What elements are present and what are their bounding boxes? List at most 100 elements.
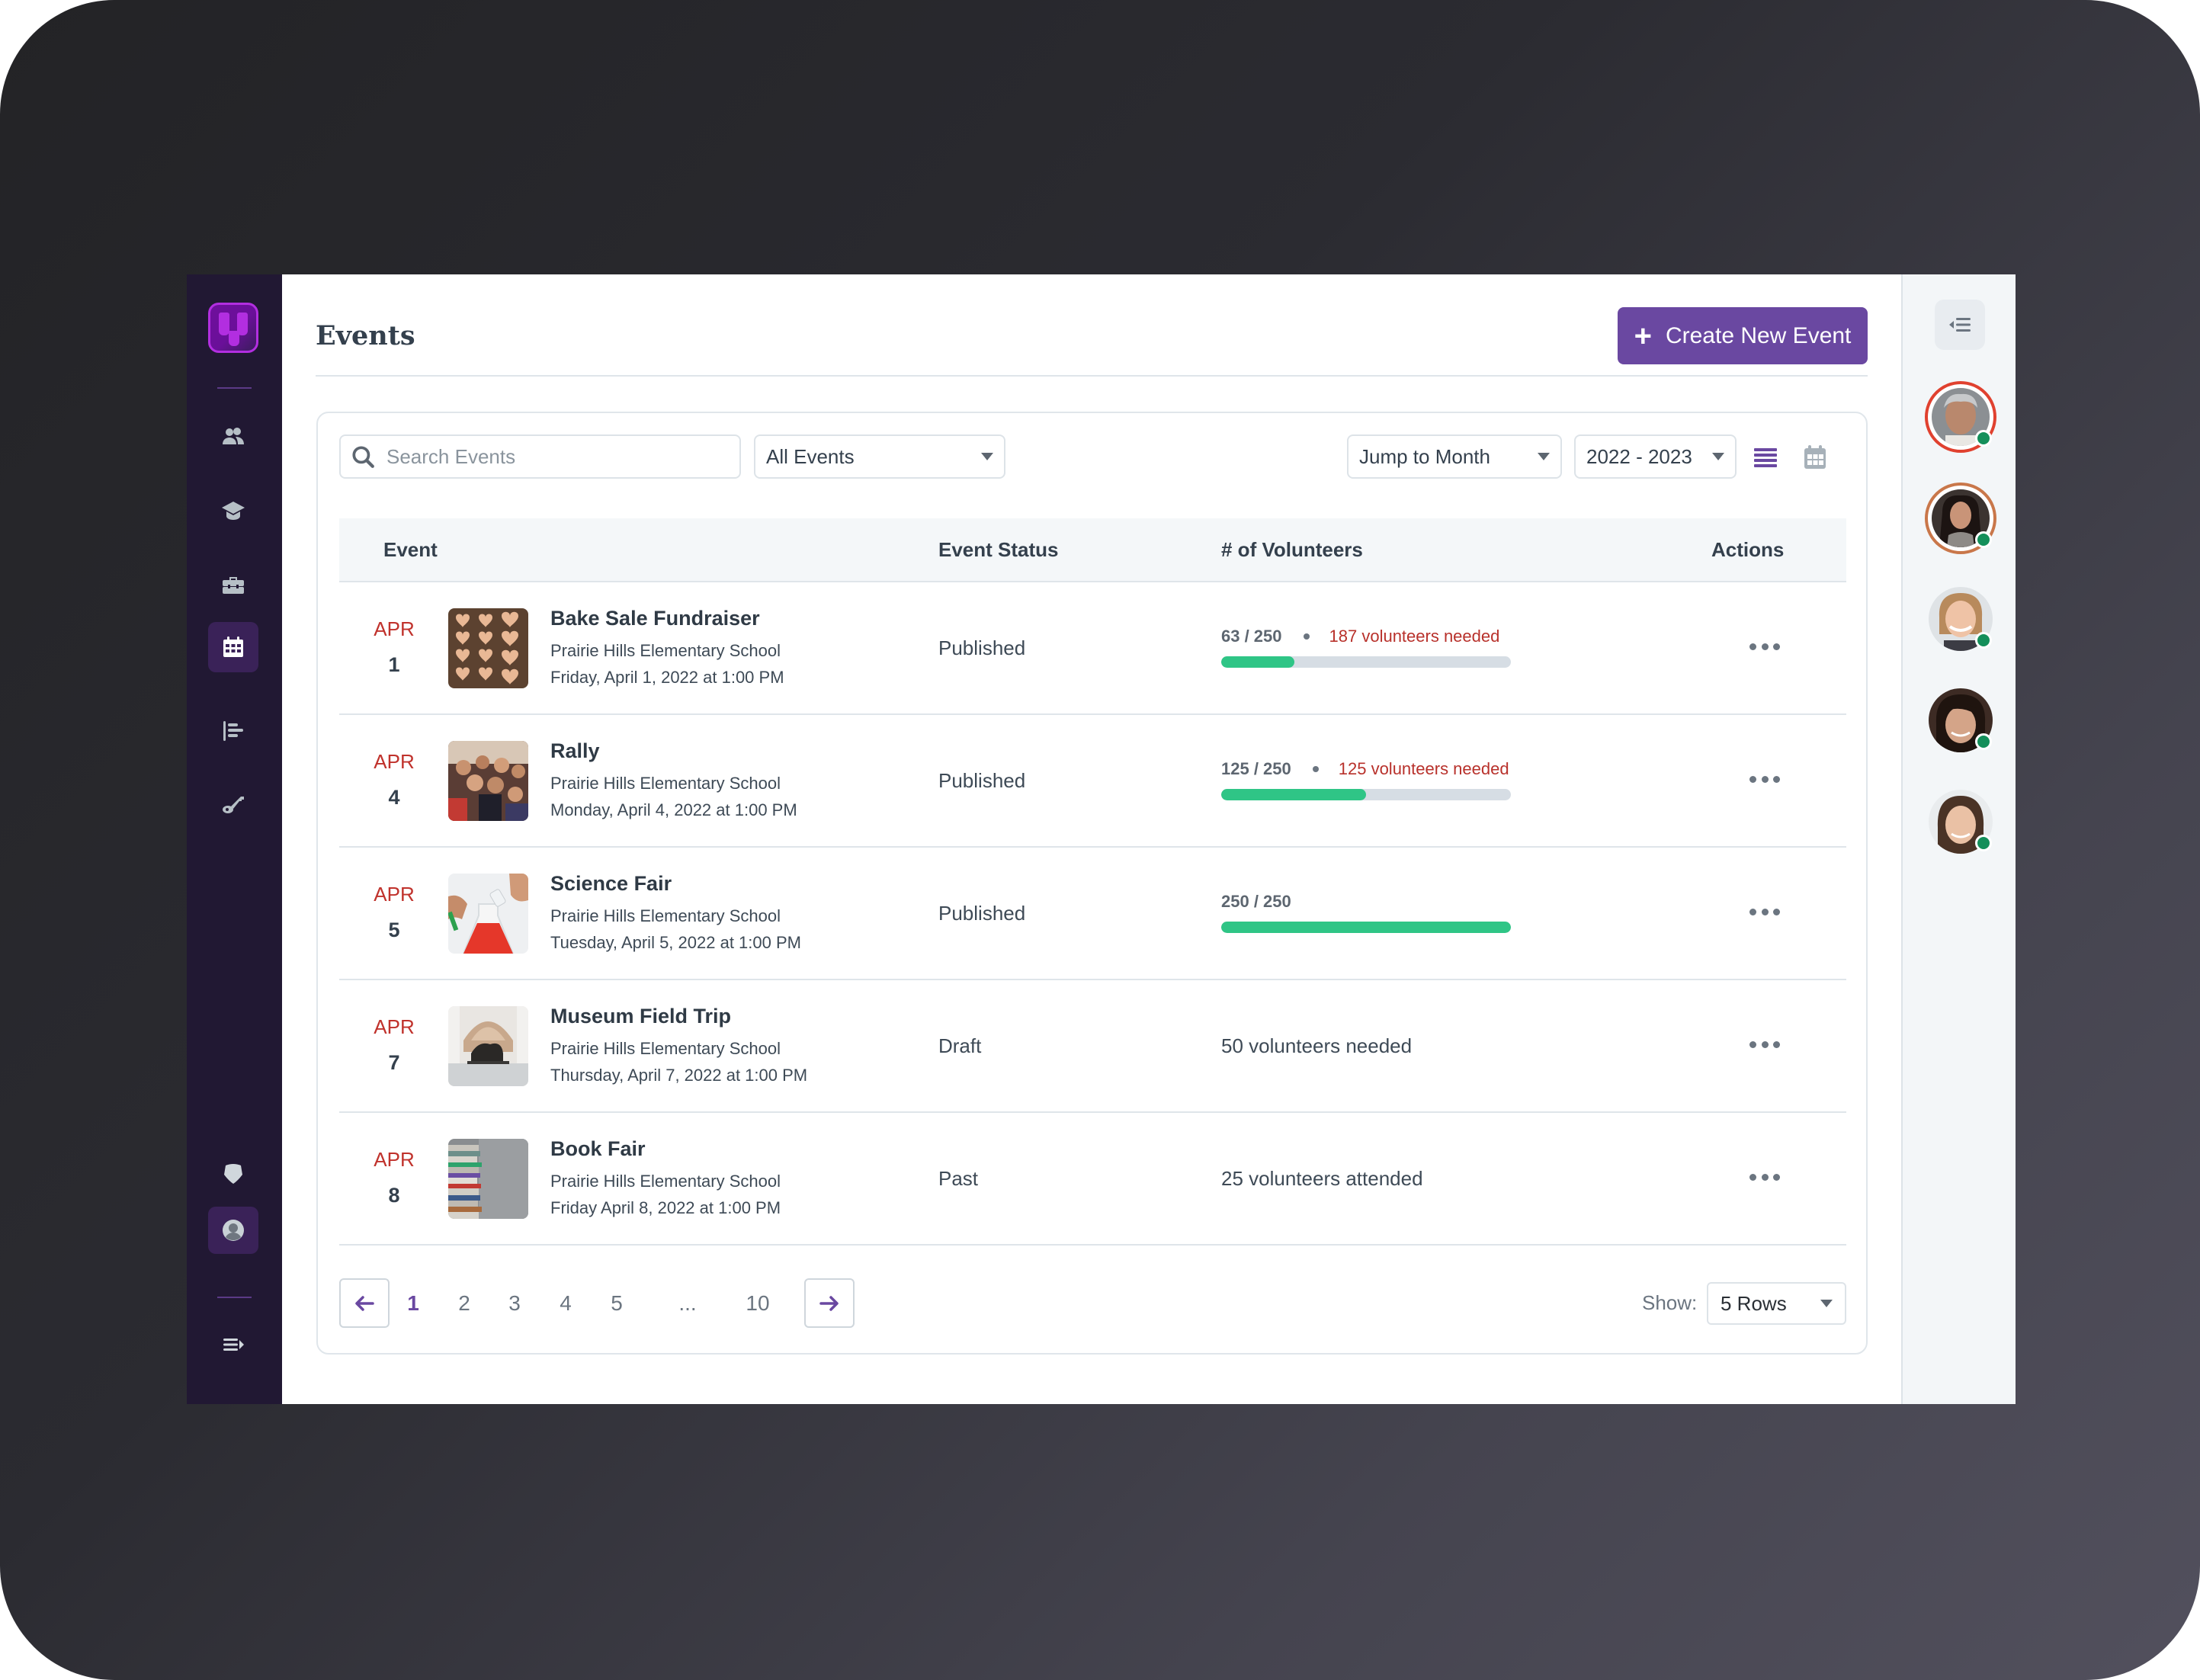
event-title[interactable]: Museum Field Trip (550, 1005, 807, 1028)
more-actions-button[interactable] (1749, 1168, 1780, 1186)
volunteer-count: 125 / 250 (1221, 759, 1291, 778)
sidebar-item-expand[interactable] (208, 1323, 258, 1367)
page-1[interactable]: 1 (398, 1278, 428, 1328)
expand-menu-icon (223, 1339, 244, 1351)
sidebar-item-users[interactable] (208, 415, 258, 459)
event-month: APR (374, 1148, 415, 1171)
jump-to-month-value: Jump to Month (1359, 444, 1490, 468)
page-3[interactable]: 3 (499, 1278, 530, 1328)
table-row[interactable]: APR 1 Bake Sale Fundraiser Prairie Hills… (339, 582, 1846, 715)
event-title[interactable]: Bake Sale Fundraiser (550, 607, 784, 630)
page-5[interactable]: 5 (601, 1278, 632, 1328)
ellipsis-icon (1749, 1040, 1756, 1048)
list-view-icon[interactable] (1751, 444, 1780, 471)
progress-fill (1221, 922, 1511, 933)
event-info: Museum Field Trip Prairie Hills Elementa… (550, 1005, 807, 1085)
table-row[interactable]: APR 8 Book Fair Prairie Hills Elementary… (339, 1113, 1846, 1246)
calendar-view-icon[interactable] (1801, 444, 1830, 471)
sidebar-item-education[interactable] (208, 489, 258, 533)
online-status-indicator (1975, 733, 1992, 750)
rows-per-page-value: 5 Rows (1721, 1291, 1787, 1315)
event-status: Draft (938, 1034, 982, 1057)
user-avatar-3[interactable] (1925, 583, 1996, 655)
event-title[interactable]: Science Fair (550, 872, 801, 896)
table-header: Event Event Status # of Volunteers Actio… (339, 518, 1846, 582)
school-year-select[interactable]: 2022 - 2023 (1574, 434, 1737, 479)
ellipsis-icon (1749, 908, 1756, 915)
online-status-indicator (1975, 430, 1992, 447)
progress-bar (1221, 656, 1511, 668)
more-actions-button[interactable] (1749, 903, 1780, 921)
chevron-down-icon (1712, 453, 1724, 460)
column-header-volunteers[interactable]: # of Volunteers (1221, 518, 1363, 581)
user-avatar-5[interactable] (1925, 786, 1996, 858)
next-page-button[interactable] (804, 1278, 855, 1328)
sidebar-item-events[interactable] (208, 622, 258, 672)
sidebar-item-keys[interactable] (208, 782, 258, 826)
jump-to-month-select[interactable]: Jump to Month (1347, 434, 1562, 479)
event-status: Past (938, 1167, 979, 1190)
event-filter-select[interactable]: All Events (754, 434, 1005, 479)
table-row[interactable]: APR 7 Museum Field Trip Prairie Hills El… (339, 980, 1846, 1113)
align-left-icon (223, 721, 243, 741)
user-avatar-1[interactable] (1925, 381, 1996, 453)
event-day: 4 (388, 786, 400, 809)
table-row[interactable]: APR 4 Rally Prairie Hills Elementary Sch… (339, 715, 1846, 848)
plus-icon: + (1634, 319, 1652, 353)
briefcase-icon (223, 577, 244, 594)
event-title[interactable]: Rally (550, 739, 797, 763)
table-row[interactable]: APR 5 Science Fair Prairie Hills Element… (339, 848, 1846, 980)
sidebar-divider (217, 1297, 252, 1298)
volunteers-summary: 25 volunteers attended (1221, 1167, 1423, 1190)
volunteer-progress: 250 / 250 (1221, 892, 1519, 933)
more-actions-button[interactable] (1749, 1035, 1780, 1053)
separator-dot (1312, 766, 1319, 772)
more-actions-button[interactable] (1749, 637, 1780, 656)
brand-logo[interactable] (208, 303, 258, 353)
school-year-value: 2022 - 2023 (1586, 444, 1692, 468)
create-new-event-button[interactable]: + Create New Event (1618, 307, 1868, 364)
volunteers-needed: 125 volunteers needed (1338, 759, 1509, 778)
sidebar-item-reports[interactable] (208, 709, 258, 753)
collapse-panel-button[interactable] (1935, 300, 1985, 350)
calendar-icon (223, 636, 243, 657)
event-month: APR (374, 883, 415, 906)
event-location: Prairie Hills Elementary School (550, 641, 781, 660)
page-10[interactable]: 10 (739, 1278, 777, 1328)
previous-page-button[interactable] (339, 1278, 390, 1328)
search-input[interactable] (386, 444, 722, 469)
right-panel (1901, 274, 2016, 1404)
graduation-cap-icon (222, 502, 245, 520)
user-circle-icon (223, 1220, 244, 1241)
event-datetime: Friday, April 1, 2022 at 1:00 PM (550, 668, 784, 687)
user-avatar-2[interactable] (1925, 483, 1996, 554)
event-status: Published (938, 769, 1026, 792)
arrow-right-icon (819, 1295, 839, 1311)
volunteer-progress: 125 / 250 125 volunteers needed (1221, 759, 1519, 800)
page-2[interactable]: 2 (449, 1278, 479, 1328)
volunteers-summary: 50 volunteers needed (1221, 1034, 1413, 1057)
event-day: 7 (388, 1051, 400, 1074)
users-icon (223, 428, 244, 444)
event-location: Prairie Hills Elementary School (550, 774, 781, 793)
column-header-status[interactable]: Event Status (938, 518, 1059, 581)
event-location: Prairie Hills Elementary School (550, 1172, 781, 1191)
event-date: APR 7 (370, 1015, 419, 1075)
search-icon (352, 446, 374, 468)
more-actions-button[interactable] (1749, 770, 1780, 788)
event-datetime: Friday April 8, 2022 at 1:00 PM (550, 1198, 781, 1217)
arrow-left-icon (355, 1295, 374, 1311)
column-header-event[interactable]: Event (383, 518, 438, 581)
user-avatar-4[interactable] (1925, 685, 1996, 756)
page-4[interactable]: 4 (550, 1278, 581, 1328)
event-title[interactable]: Book Fair (550, 1137, 781, 1161)
event-datetime: Thursday, April 7, 2022 at 1:00 PM (550, 1066, 808, 1085)
search-field[interactable] (339, 434, 741, 479)
rows-per-page-label: Show: (1642, 1291, 1698, 1314)
sidebar-item-profile[interactable] (208, 1207, 258, 1254)
rows-per-page-select[interactable]: 5 Rows (1707, 1282, 1846, 1325)
volunteer-progress: 63 / 250 187 volunteers needed (1221, 627, 1519, 668)
event-info: Science Fair Prairie Hills Elementary Sc… (550, 872, 801, 953)
sidebar-item-security[interactable] (208, 1151, 258, 1195)
sidebar-item-jobs[interactable] (208, 563, 258, 607)
